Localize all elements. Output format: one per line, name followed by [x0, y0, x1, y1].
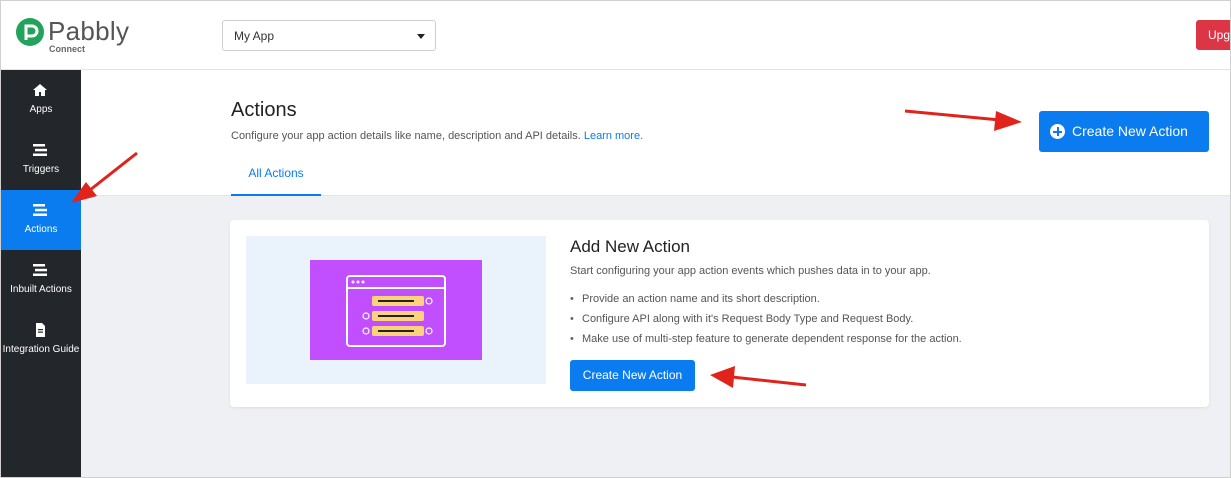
sidebar-item-label: Integration Guide [2, 344, 80, 355]
home-icon [33, 84, 47, 96]
add-action-card: Add New Action Start configuring your ap… [230, 220, 1209, 407]
page-header: Actions Configure your app action detail… [81, 70, 1230, 196]
pabbly-logo-icon [16, 18, 44, 46]
list-icon [33, 204, 47, 216]
create-new-action-button[interactable]: Create New Action [1039, 111, 1209, 152]
brand-subname: Connect [49, 44, 85, 54]
page-title: Actions [231, 99, 297, 121]
app-select-dropdown[interactable]: My App [222, 20, 436, 51]
card-title: Add New Action [570, 237, 691, 256]
sidebar-item-integration-guide[interactable]: Integration Guide [1, 310, 81, 370]
sidebar-item-label: Actions [24, 224, 58, 235]
document-icon [36, 323, 45, 337]
sidebar-item-label: Triggers [22, 164, 60, 175]
page-subtitle: Configure your app action details like n… [231, 130, 643, 142]
illustration-panel [246, 236, 546, 384]
sidebar-item-label: Apps [29, 104, 53, 115]
list-item: Configure API along with it's Request Bo… [570, 312, 962, 332]
learn-more-link[interactable]: Learn more. [584, 130, 643, 142]
main-content: Actions Configure your app action detail… [81, 70, 1230, 477]
card-description: Start configuring your app action events… [570, 265, 931, 277]
pabbly-logo[interactable]: Pabbly Connect [15, 15, 135, 55]
card-feature-list: Provide an action name and its short des… [570, 292, 962, 352]
sidebar-item-label: Inbuilt Actions [10, 284, 72, 295]
illustration-background [310, 260, 482, 360]
create-new-action-label: Create New Action [1072, 123, 1188, 139]
tab-all-actions[interactable]: All Actions [231, 158, 321, 196]
list-item: Make use of multi-step feature to genera… [570, 332, 962, 352]
sidebar-item-actions[interactable]: Actions [1, 190, 81, 250]
app-window: Pabbly Connect My App Upg Apps Triggers [0, 0, 1231, 478]
sidebar-item-inbuilt-actions[interactable]: Inbuilt Actions [1, 250, 81, 310]
sidebar-item-triggers[interactable]: Triggers [1, 130, 81, 190]
page-subtitle-text: Configure your app action details like n… [231, 130, 581, 142]
caret-down-icon [417, 34, 425, 39]
top-bar: Pabbly Connect My App Upg [1, 1, 1230, 70]
sidebar-item-apps[interactable]: Apps [1, 70, 81, 130]
browser-list-illustration-icon [346, 275, 446, 347]
list-item: Provide an action name and its short des… [570, 292, 962, 312]
app-select-value: My App [234, 29, 275, 43]
plus-circle-icon [1050, 124, 1065, 139]
upgrade-button[interactable]: Upg [1196, 20, 1230, 50]
list-icon [33, 264, 47, 276]
sidebar: Apps Triggers Actions Inbuilt Actions In… [1, 70, 81, 477]
list-icon [33, 144, 47, 156]
brand-name: Pabbly [48, 16, 130, 46]
card-create-new-action-button[interactable]: Create New Action [570, 360, 695, 391]
